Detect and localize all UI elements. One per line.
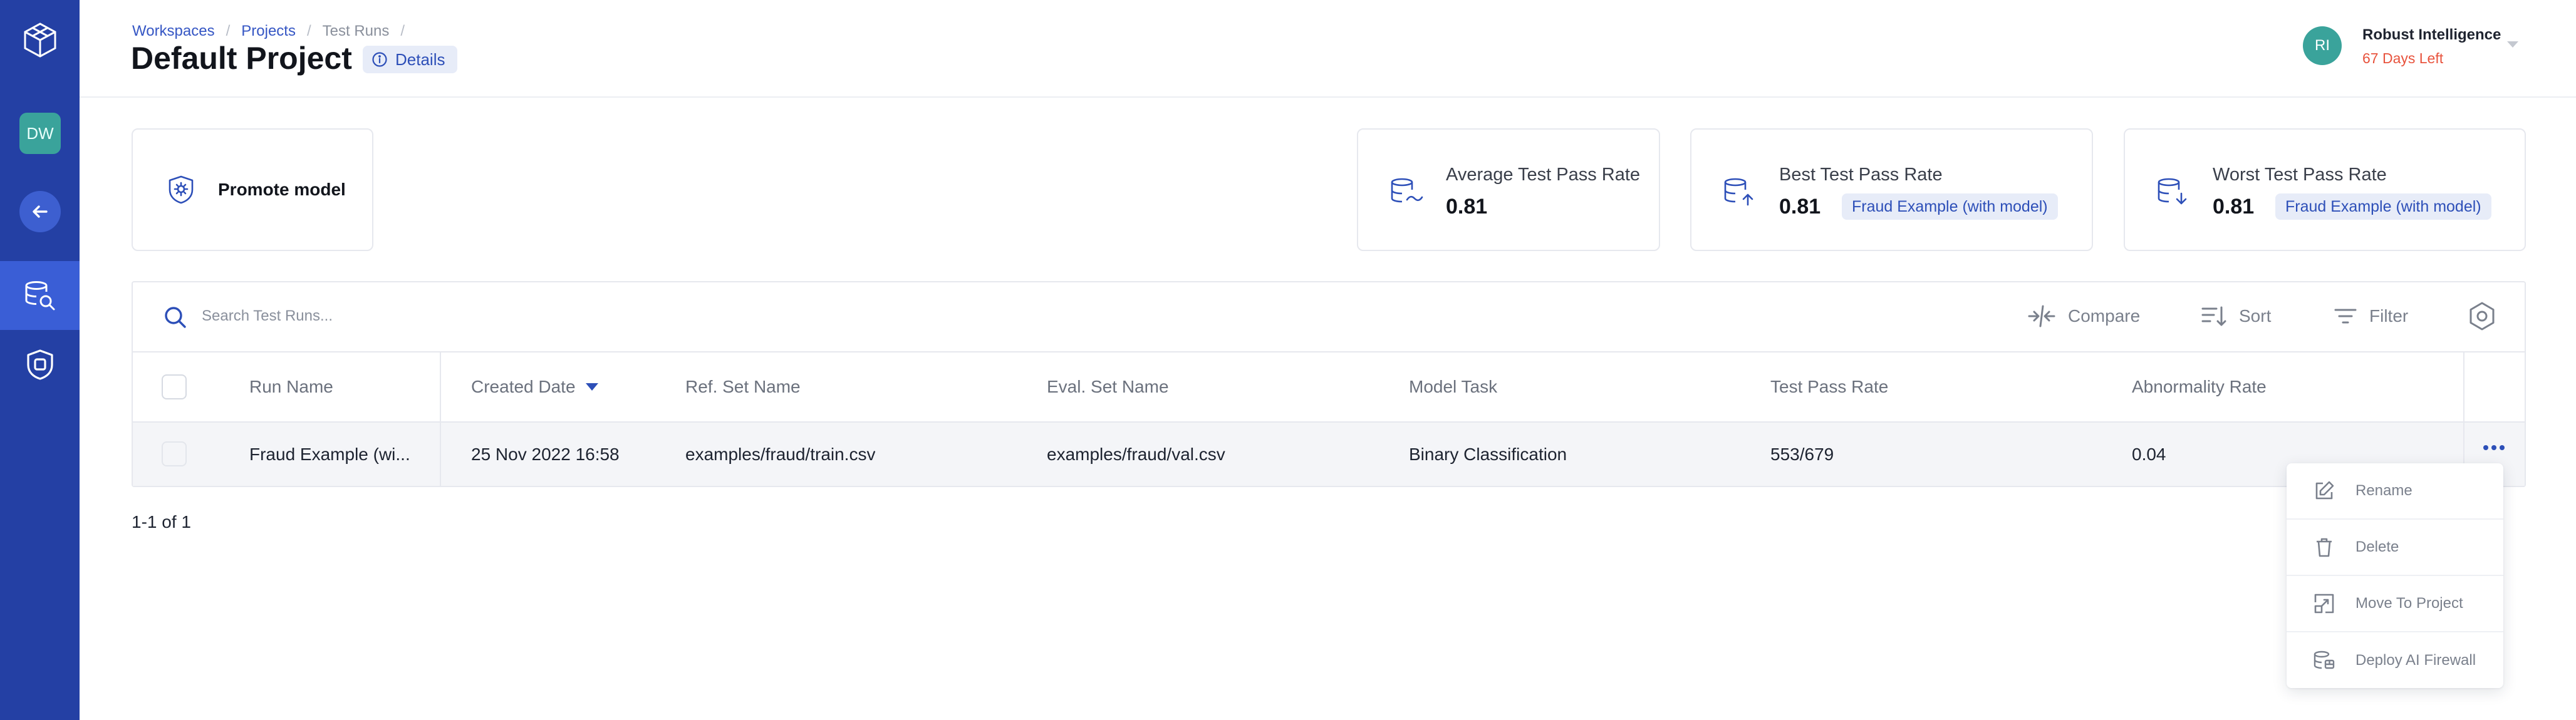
database-down-icon — [2158, 178, 2187, 205]
details-button[interactable]: Details — [363, 46, 458, 73]
sort-button[interactable]: Sort — [2200, 301, 2271, 331]
best-pass-rate-card: Best Test Pass Rate 0.81 Fraud Example (… — [1690, 128, 2093, 251]
menu-item-move-to-project[interactable]: Move To Project — [2287, 576, 2503, 632]
filter-icon — [2334, 309, 2357, 324]
app-logo-icon[interactable] — [21, 21, 59, 59]
cell-test-pass-rate: 553/679 — [1770, 444, 1834, 464]
average-pass-rate-label: Average Test Pass Rate — [1446, 165, 1641, 185]
worst-pass-rate-card: Worst Test Pass Rate 0.81 Fraud Example … — [2124, 128, 2526, 251]
menu-item-delete[interactable]: Delete — [2287, 520, 2503, 576]
breadcrumb-projects[interactable]: Projects — [241, 23, 296, 40]
shield-settings-icon — [169, 175, 194, 204]
firewall-icon — [2314, 651, 2335, 669]
back-arrow-icon[interactable] — [19, 191, 61, 232]
filter-label: Filter — [2369, 306, 2409, 326]
breadcrumb-workspaces[interactable]: Workspaces — [132, 23, 215, 40]
col-model-task[interactable]: Model Task — [1409, 352, 1497, 421]
more-options-icon[interactable] — [2483, 445, 2505, 450]
column-divider — [440, 423, 441, 486]
pagination-info: 1-1 of 1 — [132, 512, 191, 532]
best-pass-rate-label: Best Test Pass Rate — [1779, 165, 1943, 185]
database-up-icon — [1724, 178, 1753, 206]
table-header-row: Run Name Created Date Ref. Set Name Eval… — [133, 351, 2525, 423]
compare-icon — [2028, 305, 2055, 327]
column-divider — [2463, 352, 2464, 421]
sort-icon — [2201, 306, 2226, 326]
chevron-down-icon[interactable] — [2507, 41, 2518, 48]
database-search-icon — [25, 281, 55, 311]
cell-model-task: Binary Classification — [1409, 444, 1567, 464]
col-eval-set[interactable]: Eval. Set Name — [1047, 352, 1169, 421]
trial-days-left: 67 Days Left — [2362, 50, 2444, 66]
cell-eval-set: examples/fraud/val.csv — [1047, 444, 1225, 464]
menu-item-rename-label: Rename — [2355, 482, 2412, 499]
breadcrumb-test-runs: Test Runs — [322, 23, 390, 39]
worst-pass-rate-value: 0.81 — [2213, 195, 2255, 219]
workspace-avatar[interactable]: DW — [19, 113, 61, 154]
average-pass-rate-card: Average Test Pass Rate 0.81 — [1357, 128, 1660, 251]
database-trend-icon — [1391, 178, 1423, 203]
page-title: Default Project — [131, 41, 352, 76]
col-test-pass-rate[interactable]: Test Pass Rate — [1770, 352, 1888, 421]
row-action-menu: Rename Delete Move To Project Deploy AI … — [2287, 463, 2503, 688]
compare-label: Compare — [2068, 306, 2141, 326]
column-divider — [440, 352, 441, 421]
col-created-date-label: Created Date — [471, 377, 576, 396]
col-ref-set[interactable]: Ref. Set Name — [685, 352, 801, 421]
move-icon — [2314, 594, 2334, 614]
menu-item-delete-label: Delete — [2355, 538, 2399, 555]
search-icon — [165, 307, 186, 328]
cell-created-date: 25 Nov 2022 16:58 — [471, 444, 620, 464]
user-org-name: Robust Intelligence — [2362, 26, 2501, 43]
col-abnormality-rate[interactable]: Abnormality Rate — [2132, 352, 2267, 421]
header: Workspaces / Projects / Test Runs / Defa… — [80, 0, 2576, 98]
cell-abnormality-rate: 0.04 — [2132, 444, 2166, 464]
row-checkbox[interactable] — [162, 441, 187, 466]
breadcrumb-separator: / — [226, 23, 231, 39]
compare-button[interactable]: Compare — [2027, 301, 2140, 331]
promote-model-card[interactable]: Promote model — [132, 128, 373, 251]
table-row[interactable]: Fraud Example (wi... 25 Nov 2022 16:58 e… — [133, 423, 2525, 486]
breadcrumb-separator: / — [306, 23, 311, 39]
gear-icon[interactable] — [2467, 301, 2497, 331]
best-pass-rate-value: 0.81 — [1779, 195, 1821, 219]
menu-item-rename[interactable]: Rename — [2287, 463, 2503, 520]
promote-model-label: Promote model — [218, 180, 346, 199]
sidebar-item-firewall[interactable] — [21, 346, 59, 383]
sidebar-item-test-runs[interactable] — [0, 261, 80, 330]
trash-icon — [2317, 538, 2332, 557]
test-runs-table: Compare Sort Filter Run Name Created Dat… — [132, 281, 2526, 487]
menu-item-move-label: Move To Project — [2355, 595, 2463, 612]
edit-icon — [2315, 481, 2334, 500]
menu-item-deploy-label: Deploy AI Firewall — [2355, 652, 2476, 669]
breadcrumb: Workspaces / Projects / Test Runs / — [132, 23, 405, 40]
select-all-checkbox[interactable] — [162, 374, 187, 399]
cell-run-name[interactable]: Fraud Example (wi... — [249, 423, 412, 486]
sort-desc-icon — [585, 383, 598, 391]
average-pass-rate-value: 0.81 — [1446, 195, 1488, 219]
menu-item-deploy-firewall[interactable]: Deploy AI Firewall — [2287, 632, 2503, 689]
shield-icon — [27, 349, 53, 380]
col-created-date[interactable]: Created Date — [471, 352, 598, 421]
sidebar: DW — [0, 0, 80, 720]
info-icon — [372, 52, 387, 67]
breadcrumb-separator: / — [400, 23, 405, 39]
details-label: Details — [395, 49, 445, 69]
best-run-badge[interactable]: Fraud Example (with model) — [1842, 193, 2058, 220]
worst-run-badge[interactable]: Fraud Example (with model) — [2275, 193, 2491, 220]
user-avatar[interactable]: RI — [2303, 26, 2342, 65]
sort-label: Sort — [2239, 306, 2272, 326]
col-run-name[interactable]: Run Name — [249, 352, 333, 421]
cell-ref-set: examples/fraud/train.csv — [685, 444, 876, 464]
filter-button[interactable]: Filter — [2333, 301, 2408, 331]
search-input[interactable] — [202, 302, 578, 330]
worst-pass-rate-label: Worst Test Pass Rate — [2213, 165, 2387, 185]
